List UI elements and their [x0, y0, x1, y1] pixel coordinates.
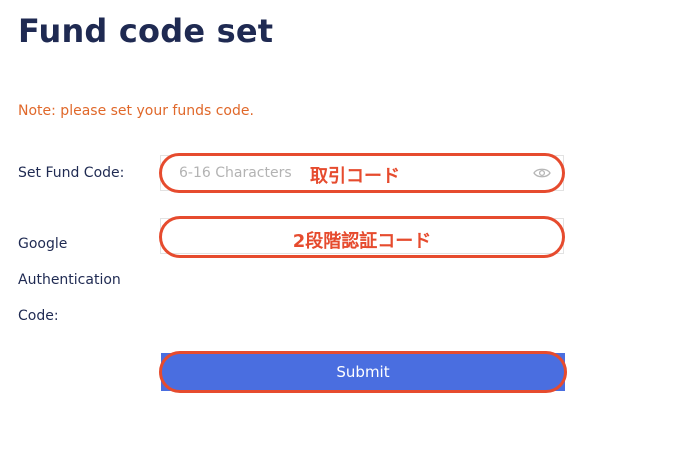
note-text: Note: please set your funds code.	[18, 103, 254, 119]
eye-icon[interactable]	[533, 166, 551, 180]
google-auth-label-line-3: Code:	[18, 308, 59, 324]
google-code-field	[160, 218, 564, 254]
fund-code-label: Set Fund Code:	[18, 165, 125, 181]
page-title: Fund code set	[18, 12, 274, 50]
google-auth-label: Google Authentication Code:	[18, 226, 148, 334]
fund-code-field	[160, 155, 564, 191]
google-auth-label-line-1: Google	[18, 236, 68, 252]
submit-button[interactable]: Submit	[161, 353, 565, 391]
google-code-input[interactable]	[179, 219, 509, 253]
fund-code-input[interactable]	[179, 156, 509, 190]
google-auth-label-line-2: Authentication	[18, 272, 121, 288]
